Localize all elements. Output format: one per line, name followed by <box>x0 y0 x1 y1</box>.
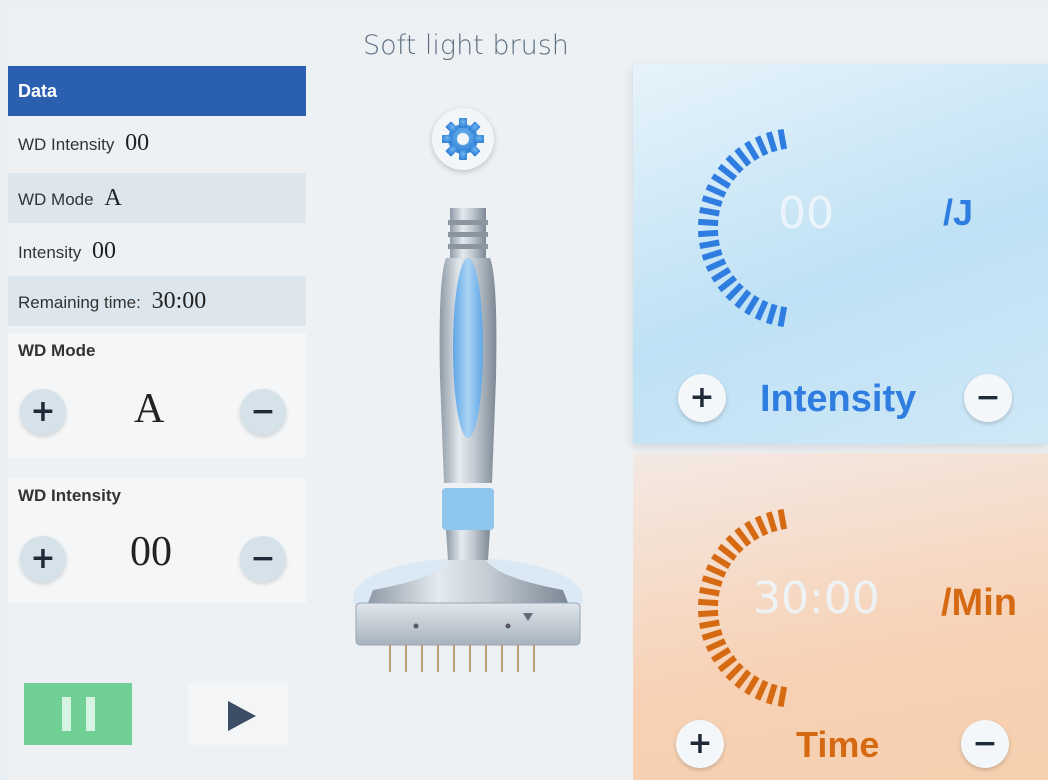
dial-segment <box>701 249 723 261</box>
dial-segment <box>777 306 788 328</box>
dial-segment <box>698 218 719 227</box>
dial-segment <box>725 534 744 554</box>
dial-segment <box>698 598 719 607</box>
dial-segment <box>725 154 744 174</box>
intensity-minus-button[interactable]: − <box>964 374 1012 422</box>
dial-segment <box>698 609 719 618</box>
settings-button[interactable] <box>432 108 494 170</box>
dial-segment <box>705 564 727 578</box>
wd-mode-minus-button[interactable]: − <box>240 389 286 435</box>
dial-segment <box>717 163 738 181</box>
time-card-label: Time <box>796 724 880 765</box>
wd-intensity-label: WD Intensity <box>18 135 115 154</box>
dial-segment <box>744 675 760 696</box>
dial-segment <box>711 173 732 189</box>
intensity-value: 00 <box>92 238 117 264</box>
pause-icon <box>62 697 71 731</box>
intensity-label: Intensity <box>18 243 82 262</box>
intensity-unit: /J <box>943 192 974 233</box>
dial-segment <box>725 282 744 302</box>
dial-segment <box>744 295 760 316</box>
dial-segment <box>701 575 723 587</box>
dial-segment <box>754 135 769 157</box>
dial-segment <box>699 239 720 250</box>
dial-segment <box>777 508 788 530</box>
device-screen: Soft light brush Data WD Intensity 00 WD… <box>8 8 1048 780</box>
dial-segment <box>717 275 738 293</box>
dial-segment <box>744 520 760 541</box>
data-row-intensity: Intensity 00 <box>8 226 306 276</box>
dial-segment <box>699 586 720 597</box>
wd-intensity-value: 00 <box>125 130 150 156</box>
wd-mode-control-value: A <box>134 386 165 432</box>
dial-segment <box>777 128 788 150</box>
time-unit: /Min <box>941 582 1017 624</box>
data-header: Data <box>8 66 306 116</box>
play-icon[interactable] <box>228 701 256 731</box>
dial-segment <box>705 258 727 272</box>
gear-icon <box>442 118 484 160</box>
data-row-wd-intensity: WD Intensity 00 <box>8 118 306 168</box>
dial-segment <box>701 195 723 207</box>
dial-segment <box>711 267 732 283</box>
dial-segment <box>754 515 769 537</box>
dial-segment <box>734 527 752 547</box>
dial-segment <box>717 543 738 561</box>
dial-segment <box>698 229 719 238</box>
dial-segment <box>777 686 788 708</box>
dial-segment <box>734 289 752 309</box>
dial-segment <box>754 299 769 321</box>
intensity-card-label: Intensity <box>760 378 917 420</box>
brush-handpiece-illustration <box>353 208 583 672</box>
intensity-dial-value: 00 <box>778 188 834 239</box>
dial-segment <box>701 629 723 641</box>
data-row-wd-mode: WD Mode A <box>8 173 306 223</box>
wd-intensity-plus-button[interactable]: + <box>20 536 66 582</box>
wd-intensity-control-label: WD Intensity <box>18 486 121 505</box>
dial-segment <box>765 131 778 153</box>
page-title: Soft light brush <box>363 30 569 61</box>
dial-segment <box>699 206 720 217</box>
wd-mode-label: WD Mode <box>18 190 94 209</box>
time-minus-button[interactable]: − <box>961 720 1009 768</box>
dial-segment <box>754 679 769 701</box>
data-row-remaining-time: Remaining time: 30:00 <box>8 276 306 326</box>
dial-segment <box>705 638 727 652</box>
wd-mode-control-label: WD Mode <box>18 341 96 360</box>
dial-segment <box>734 147 752 167</box>
intensity-dial <box>698 128 788 328</box>
wd-mode-value: A <box>104 185 122 211</box>
dial-segment <box>717 655 738 673</box>
wd-mode-control: WD Mode + A − <box>8 333 306 458</box>
dial-segment <box>744 140 760 161</box>
dial-segment <box>765 511 778 533</box>
dial-segment <box>765 303 778 325</box>
remaining-time-value: 30:00 <box>151 288 207 314</box>
dial-segment <box>699 619 720 630</box>
time-dial-value: 30:00 <box>753 573 880 624</box>
wd-intensity-minus-button[interactable]: − <box>240 536 286 582</box>
wd-intensity-control: WD Intensity + 00 − <box>8 478 306 603</box>
dial-segment <box>705 184 727 198</box>
dial-segment <box>711 553 732 569</box>
time-plus-button[interactable]: + <box>676 720 724 768</box>
remaining-time-label: Remaining time: <box>18 293 141 312</box>
intensity-plus-button[interactable]: + <box>678 374 726 422</box>
dial-segment <box>711 647 732 663</box>
wd-intensity-control-value: 00 <box>130 529 172 575</box>
pause-button[interactable] <box>24 683 132 745</box>
dial-segment <box>725 662 744 682</box>
dial-segment <box>734 669 752 689</box>
wd-mode-plus-button[interactable]: + <box>20 389 66 435</box>
dial-segment <box>765 683 778 705</box>
